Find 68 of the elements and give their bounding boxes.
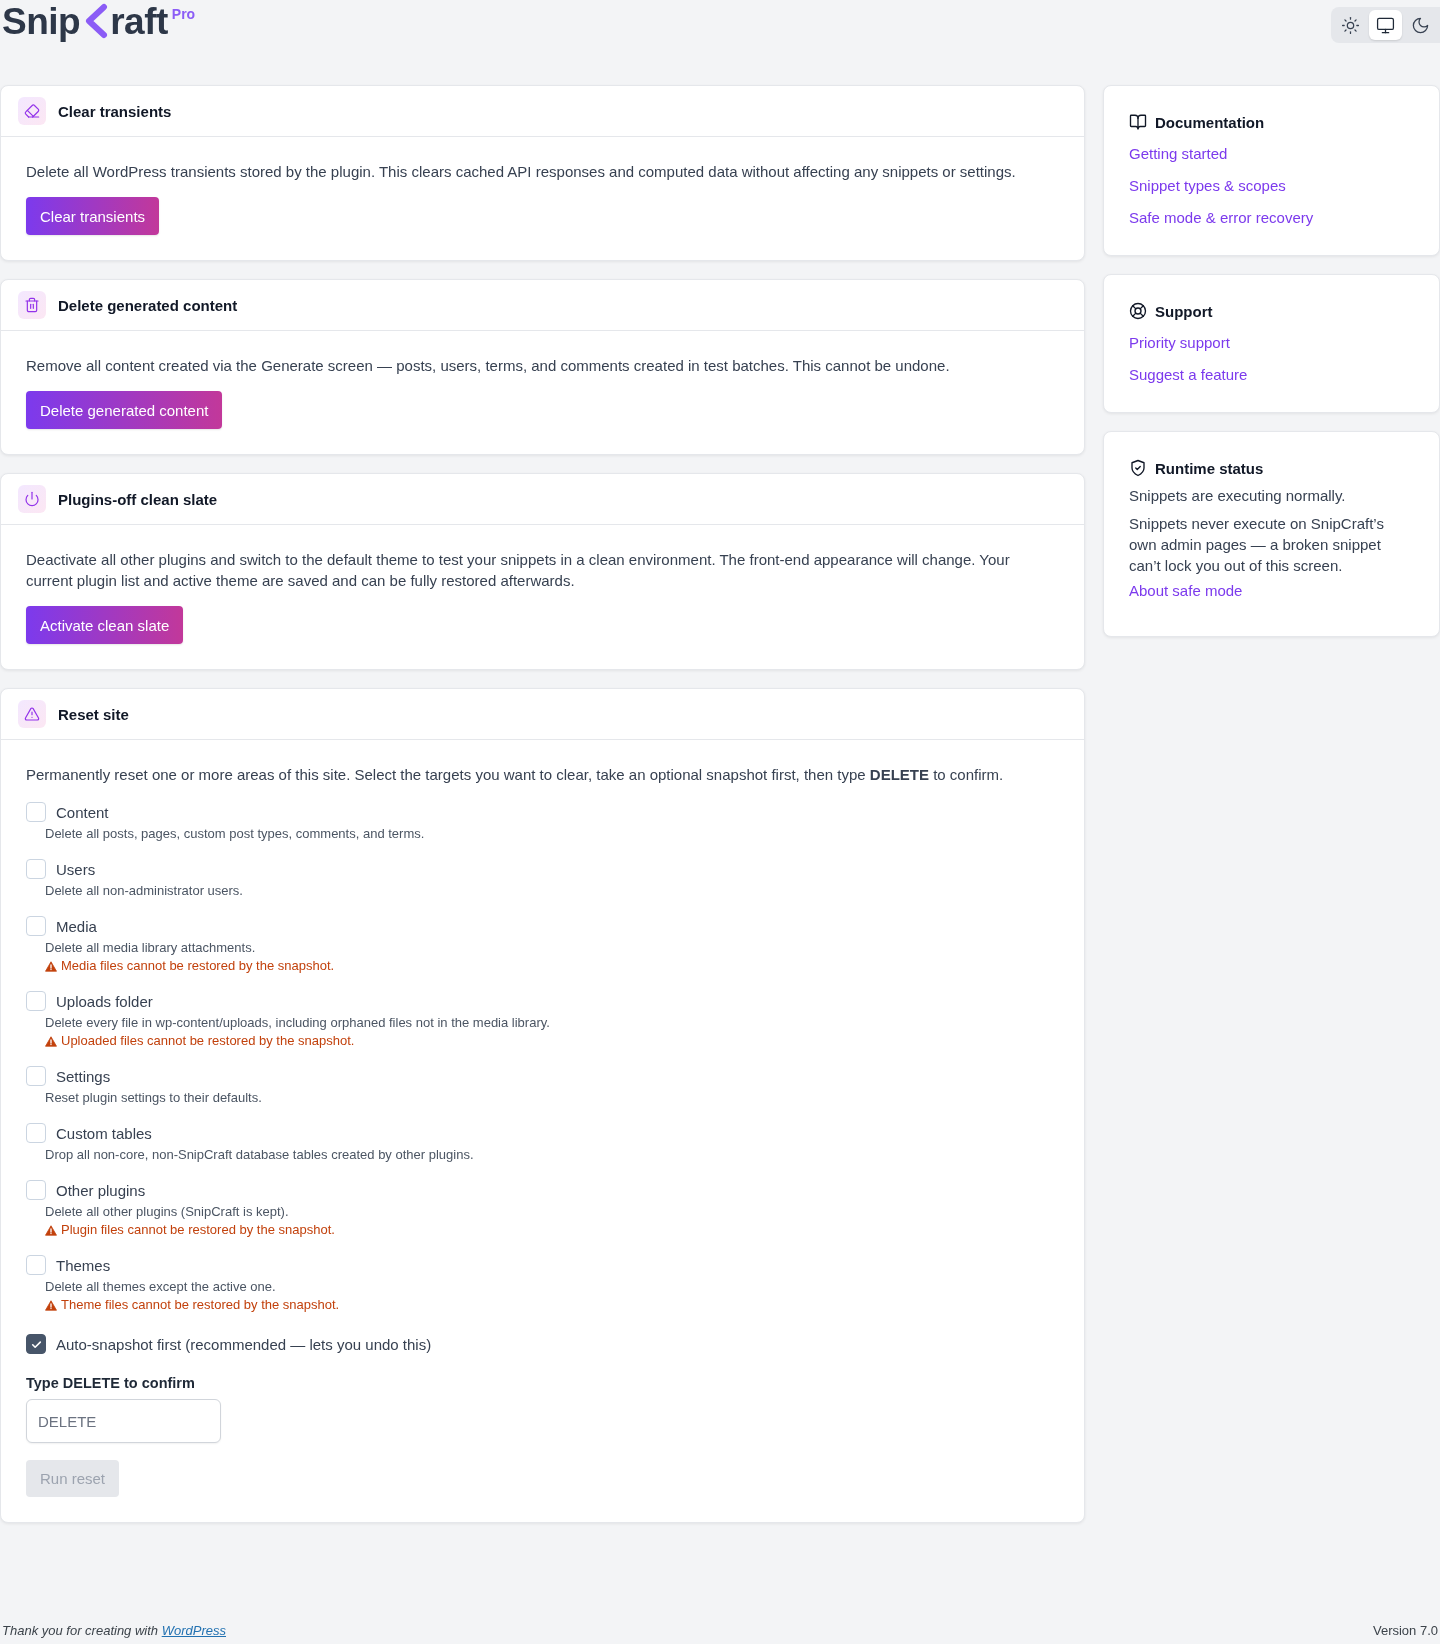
checkbox-label: Media — [56, 917, 97, 935]
theme-button[interactable] — [1369, 10, 1402, 40]
option-description: Delete all media library attachments. — [44, 939, 257, 957]
warning-text: Media files cannot be restored by the snapshot. — [61, 957, 335, 975]
card-description: Delete all WordPress transients stored by the plugin. This clears cached API responses and computed data without affecting any snippets or settings. — [26, 162, 1017, 182]
sidebar-link[interactable]: Priority support — [1129, 332, 1230, 354]
moon-icon — [1411, 15, 1430, 35]
chevron-logo-icon — [83, 3, 110, 39]
warning-text: Uploaded files cannot be restored by the snapshot. — [61, 1032, 355, 1050]
checkbox-label: Themes — [56, 1256, 111, 1274]
sun-icon — [1341, 15, 1360, 35]
sidebar-link[interactable]: Safe mode & error recovery — [1129, 207, 1314, 229]
sidebar-link[interactable]: About safe mode — [1129, 580, 1243, 602]
checkbox[interactable] — [26, 1334, 46, 1354]
logo-text: raft — [110, 0, 168, 44]
sidebar-link[interactable]: Snippet types & scopes — [1129, 175, 1286, 197]
sidebar-title: Documentation — [1155, 113, 1265, 131]
warning-icon — [45, 960, 57, 972]
monitor-icon — [1376, 15, 1395, 35]
option-description: Drop all non-core, non-SnipCraft database tables created by other plugins. — [44, 1146, 475, 1164]
primary-button[interactable]: Delete generated content — [26, 391, 223, 429]
shield-check-icon — [1129, 459, 1147, 477]
checkbox-label: Content — [56, 803, 109, 821]
warning-text: Theme files cannot be restored by the snapshot. — [61, 1296, 340, 1314]
checkbox-label: Other plugins — [56, 1181, 146, 1199]
primary-button[interactable]: Activate clean slate — [26, 606, 184, 644]
checkbox-label: Custom tables — [56, 1124, 152, 1142]
version-text: Version 7.0 — [1372, 1622, 1438, 1640]
option-description: Delete every file in wp-content/uploads, including orphaned files not in the media library. — [44, 1014, 551, 1032]
option-description: Delete all other plugins (SnipCraft is kept). — [44, 1203, 290, 1221]
sidebar-title: Support — [1155, 302, 1213, 320]
book-icon — [1129, 113, 1147, 131]
option-description: Reset plugin settings to their defaults. — [44, 1089, 263, 1107]
logo-text: Snip — [2, 0, 81, 44]
sidebar-title: Runtime status — [1155, 459, 1264, 477]
option-description: Delete all posts, pages, custom post types, comments, and terms. — [44, 825, 426, 843]
card-description: Permanently reset one or more areas of this site. Select the targets you want to clear, take an optional snapshot first, then type DELETE to confirm. — [26, 765, 1005, 785]
power-icon — [18, 485, 46, 513]
card-title: Reset site — [58, 705, 129, 723]
warning-text: Plugin files cannot be restored by the snapshot. — [61, 1221, 335, 1239]
sidebar-link[interactable]: Getting started — [1129, 143, 1228, 165]
card-title: Clear transients — [58, 102, 172, 120]
primary-button[interactable]: Clear transients — [26, 197, 160, 235]
warning-icon — [18, 700, 46, 728]
warning-icon — [45, 1299, 57, 1311]
option-description: Delete all non-administrator users. — [44, 882, 244, 900]
checkbox-label: Uploads folder — [56, 992, 153, 1010]
trash-icon — [18, 291, 46, 319]
warning-icon — [45, 1035, 57, 1047]
checkbox-label: Users — [56, 860, 96, 878]
sidebar-link[interactable]: Suggest a feature — [1129, 364, 1248, 386]
eraser-icon — [18, 97, 46, 125]
confirm-input[interactable]: DELETE — [26, 1399, 221, 1443]
field-label: Type DELETE to confirm — [26, 1374, 196, 1393]
card-description: Deactivate all other plugins and switch to the default theme to test your snippets in a clean environment. The front-end appearance will change. Your current plugin list and active theme are saved and can be fully restored afterwards. — [26, 550, 1011, 591]
footer-link[interactable]: WordPress — [161, 1623, 226, 1638]
status-note: Snippets never execute on SnipCraft’s own admin pages — a broken snippet can’t lock you out of this screen. — [1129, 514, 1385, 576]
checkbox-label: Auto-snapshot first (recommended — lets you undo this) — [56, 1335, 432, 1353]
pro-label: Pro — [171, 6, 196, 22]
card-title: Plugins-off clean slate — [58, 490, 218, 508]
checkbox-label: Settings — [56, 1067, 111, 1085]
status-text: Snippets are executing normally. — [1129, 486, 1347, 506]
footer-text: Thank you for creating with WordPress — [2, 1622, 226, 1640]
card-description: Remove all content created via the Generate screen — posts, users, terms, and comments created in test batches. This cannot be undone. — [26, 356, 951, 376]
lifebuoy-icon — [1129, 302, 1147, 320]
option-description: Delete all themes except the active one. — [44, 1278, 277, 1296]
warning-icon — [45, 1224, 57, 1236]
card-title: Delete generated content — [58, 296, 238, 314]
